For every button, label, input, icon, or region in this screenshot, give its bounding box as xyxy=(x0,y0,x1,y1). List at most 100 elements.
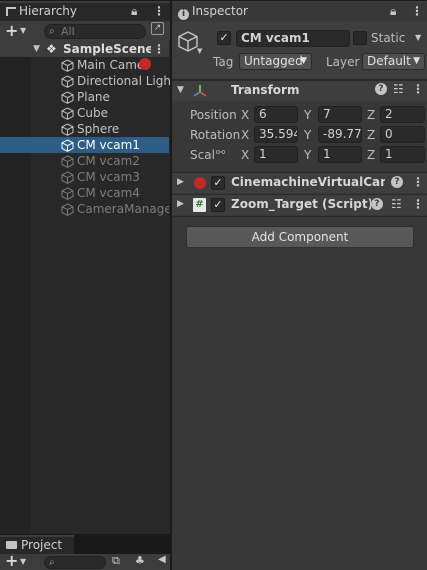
rotation-label: Rotation xyxy=(190,128,241,142)
hierarchy-item-main-camera[interactable]: Main Camera xyxy=(0,57,169,73)
gameobject-cube-icon xyxy=(61,75,74,88)
cinemachine-virtual-camera-header[interactable]: ▶ ✓ CinemachineVirtualCamera ? ⋮ xyxy=(172,172,427,193)
gameobject-cube-icon xyxy=(61,171,74,184)
lock-icon[interactable]: 🔒︎ xyxy=(131,3,137,20)
layer-dropdown[interactable]: Default ▼ xyxy=(362,53,425,70)
hierarchy-item-cameramanager[interactable]: CameraManager xyxy=(0,201,169,217)
hierarchy-item-cm-vcam2[interactable]: CM vcam2 xyxy=(0,153,169,169)
search-by-type-icon[interactable]: ⧉ xyxy=(112,554,120,568)
scale-z-field[interactable]: 1 xyxy=(380,146,425,163)
static-dropdown-chevron-icon[interactable]: ▼ xyxy=(415,33,421,42)
component-menu-icon[interactable]: ⋮ xyxy=(412,82,424,96)
cinemachine-brain-icon xyxy=(139,58,151,70)
info-icon: i xyxy=(178,9,189,20)
hierarchy-search-input[interactable]: ⌕ All xyxy=(44,24,146,39)
help-icon[interactable]: ? xyxy=(375,83,387,95)
position-x-field[interactable]: 6 xyxy=(254,106,298,123)
tag-dropdown[interactable]: Untagged ▼ xyxy=(239,53,312,70)
tab-inspector[interactable]: i Inspector 🔒︎ ⋮ xyxy=(172,1,427,21)
rotation-x-field[interactable]: 35.594 xyxy=(254,126,298,143)
hierarchy-item-cm-vcam4[interactable]: CM vcam4 xyxy=(0,185,169,201)
scale-x-field[interactable]: 1 xyxy=(254,146,298,163)
transform-header[interactable]: ▼ Transform ? ☷ ⋮ xyxy=(172,80,427,101)
hierarchy-icon xyxy=(6,7,16,16)
unity-scene-icon: ❖ xyxy=(46,42,57,56)
hierarchy-item-sphere[interactable]: Sphere xyxy=(0,121,169,137)
scene-visibility-icon[interactable]: ↗ xyxy=(151,22,164,35)
transform-axes-icon xyxy=(193,85,207,97)
inspector-tab-label: Inspector xyxy=(192,4,248,18)
hierarchy-item-label: Main Camera xyxy=(77,58,141,72)
gameobject-cube-icon xyxy=(61,139,74,152)
hierarchy-item-cm-vcam3[interactable]: CM vcam3 xyxy=(0,169,169,185)
component-enabled-checkbox[interactable]: ✓ xyxy=(211,176,225,190)
more-menu-icon[interactable]: ⋮ xyxy=(153,3,165,20)
scale-label: Scal xyxy=(190,148,215,162)
component-menu-icon[interactable]: ⋮ xyxy=(412,175,424,189)
icon-picker-chevron-icon[interactable]: ▼ xyxy=(197,47,202,55)
preset-settings-icon[interactable]: ☷ xyxy=(393,82,404,96)
gameobject-cube-icon xyxy=(61,59,74,72)
chevron-down-icon: ▼ xyxy=(413,56,420,66)
create-add-icon[interactable]: + xyxy=(5,21,18,40)
object-active-checkbox[interactable]: ✓ xyxy=(217,31,231,45)
tab-hierarchy[interactable]: Hierarchy 🔒︎ ⋮ xyxy=(0,1,170,21)
axis-y-label: Y xyxy=(304,148,312,162)
hierarchy-item-label: Sphere xyxy=(77,122,120,136)
lock-icon[interactable]: 🔒︎ xyxy=(390,3,396,20)
layer-value: Default xyxy=(367,54,411,68)
csharp-script-icon: # xyxy=(193,198,206,212)
help-icon[interactable]: ? xyxy=(371,198,383,210)
hierarchy-item-label: CameraManager xyxy=(77,202,169,216)
object-name-field[interactable]: CM vcam1 xyxy=(236,30,350,47)
component-menu-icon[interactable]: ⋮ xyxy=(412,197,424,211)
static-checkbox[interactable] xyxy=(353,31,367,45)
component-list-end-divider xyxy=(172,216,427,217)
create-add-icon[interactable]: + xyxy=(5,551,18,570)
position-z-field[interactable]: 2 xyxy=(380,106,425,123)
search-by-label-icon[interactable]: ♣ xyxy=(135,554,145,567)
axis-x-label: X xyxy=(241,148,250,162)
add-component-button[interactable]: Add Component xyxy=(186,226,414,248)
axis-y-label: Y xyxy=(304,128,312,142)
project-toolbar: + ▼ ⌕ ⧉ ♣ ◀ xyxy=(0,551,170,570)
gameobject-cube-icon xyxy=(61,203,74,216)
hierarchy-item-plane[interactable]: Plane xyxy=(0,89,169,105)
chevron-down-icon[interactable]: ▼ xyxy=(20,557,26,566)
preset-settings-icon[interactable]: ☷ xyxy=(391,197,402,211)
layer-label: Layer xyxy=(326,55,360,69)
zoom-target-script-header[interactable]: ▶ # ✓ Zoom_Target (Script) ? ☷ ⋮ xyxy=(172,194,427,215)
hierarchy-item-cm-vcam1[interactable]: CM vcam1 xyxy=(0,137,169,153)
constrain-proportions-link-icon[interactable]: ⚯ xyxy=(216,146,225,159)
hierarchy-item-directional-light[interactable]: Directional Light xyxy=(0,73,176,89)
scene-row[interactable]: ▼ ❖ SampleScene* ⋮ xyxy=(0,41,169,57)
tag-value: Untagged xyxy=(244,54,303,68)
component-enabled-checkbox[interactable]: ✓ xyxy=(211,198,225,212)
rotation-y-field[interactable]: -89.774 xyxy=(318,126,362,143)
hierarchy-item-label: CM vcam1 xyxy=(77,138,140,152)
chevron-down-icon[interactable]: ▼ xyxy=(20,26,26,35)
position-label: Position xyxy=(190,108,237,122)
position-y-field[interactable]: 7 xyxy=(318,106,362,123)
axis-z-label: Z xyxy=(367,128,376,142)
scene-more-icon[interactable]: ⋮ xyxy=(153,41,165,57)
help-icon[interactable]: ? xyxy=(391,176,403,188)
gameobject-cube-icon xyxy=(61,91,74,104)
gameobject-cube-icon xyxy=(61,123,74,136)
hierarchy-item-label: CM vcam4 xyxy=(77,186,140,200)
project-search-input[interactable]: ⌕ xyxy=(44,556,106,569)
rotation-z-field[interactable]: 0 xyxy=(380,126,425,143)
tag-label: Tag xyxy=(213,55,234,69)
zoom-target-title: Zoom_Target (Script) xyxy=(231,197,371,211)
inspector-body xyxy=(172,21,427,570)
hierarchy-toolbar: + ▼ ⌕ All ↗ xyxy=(0,21,170,42)
more-menu-icon[interactable]: ⋮ xyxy=(411,3,423,20)
expand-arrow-icon[interactable]: ▼ xyxy=(33,41,40,57)
chevron-down-icon: ▼ xyxy=(300,56,307,66)
transform-title: Transform xyxy=(231,83,300,97)
hierarchy-item-cube[interactable]: Cube xyxy=(0,105,169,121)
project-tab-label: Project xyxy=(21,538,63,552)
foldout-collapsed-icon: ▶ xyxy=(177,177,184,187)
scale-y-field[interactable]: 1 xyxy=(318,146,362,163)
star-filter-icon[interactable]: ◀ xyxy=(158,554,166,565)
